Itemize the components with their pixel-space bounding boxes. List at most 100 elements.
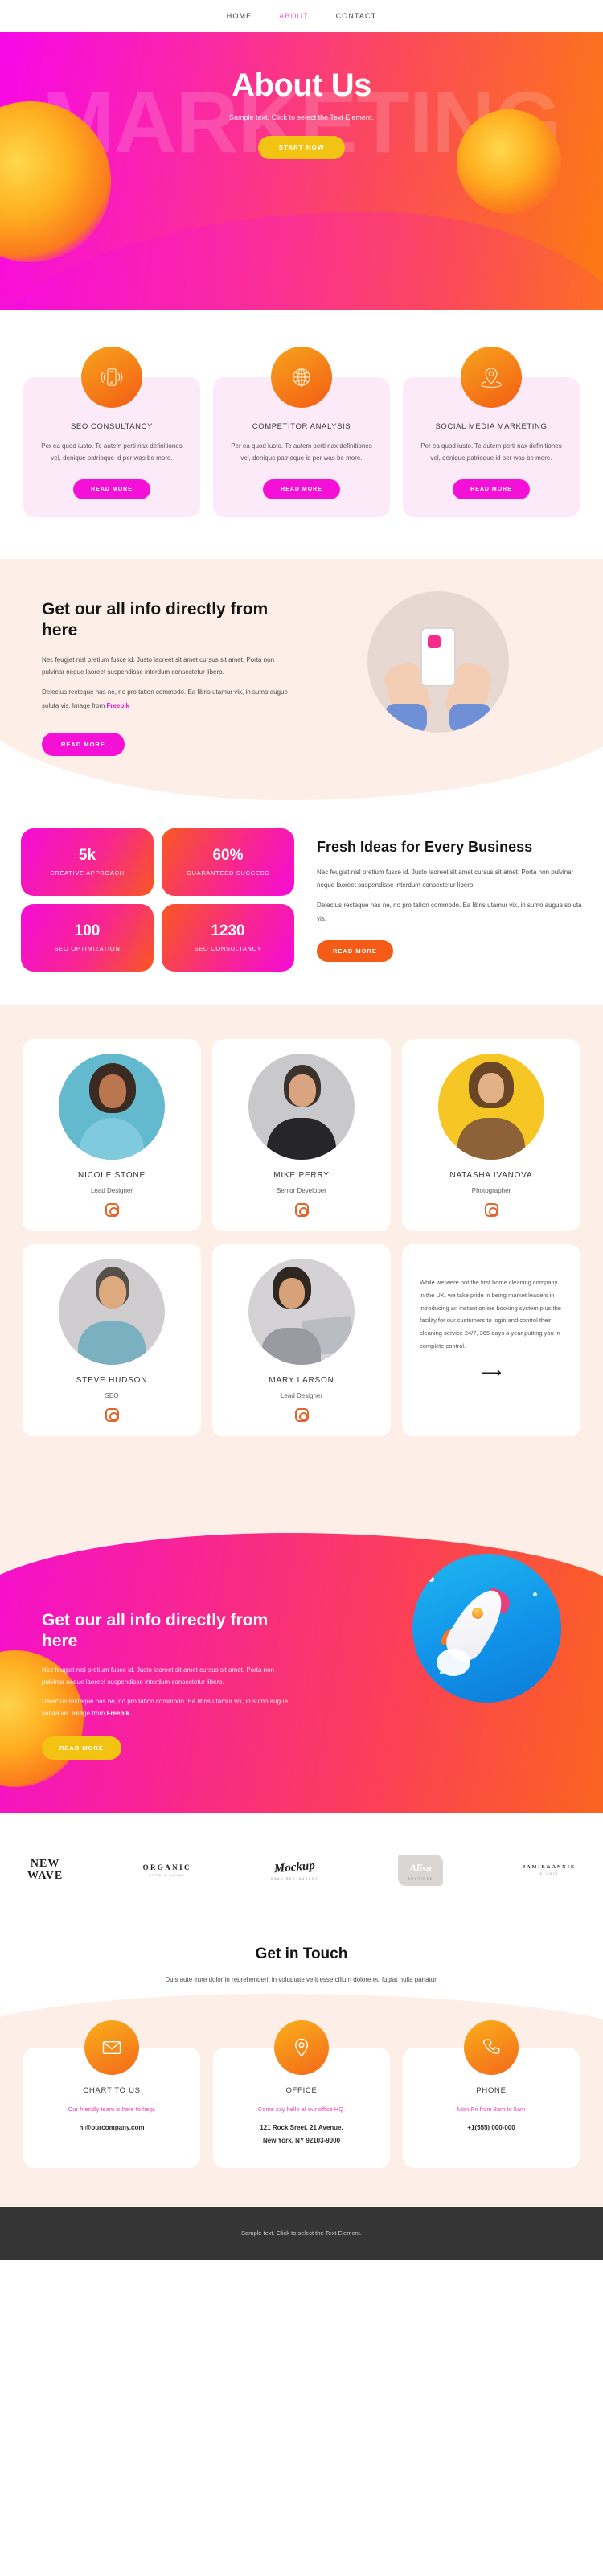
hero-section: MARKETING About Us Sample text. Click to…	[0, 32, 603, 310]
contact-card-value[interactable]: hi@ourcompany.com	[36, 2122, 187, 2134]
brand-line-2: WAVE	[27, 1869, 64, 1882]
brand-logo-sub: BAKE RESTAURANT	[271, 1877, 318, 1881]
info-gradient-read-more-button[interactable]: READ MORE	[42, 1736, 121, 1760]
brand-logo-text: JAMIE&ANNIE	[523, 1865, 576, 1871]
stats-paragraph-2: Delectus recteque has ne, no pro tation …	[317, 901, 582, 922]
instagram-icon[interactable]	[484, 1203, 498, 1218]
main-navigation: HOME ABOUT CONTACT	[0, 0, 603, 32]
sleeve-right	[449, 703, 491, 733]
read-more-button[interactable]: READ MORE	[73, 479, 150, 499]
brand-logo-sub: STUDIO	[539, 1872, 559, 1876]
contact-card-note: Our friendly team is here to help.	[68, 2105, 156, 2113]
arrow-right-icon[interactable]: ⟶	[420, 1366, 563, 1380]
smartphone-graphic	[420, 627, 456, 687]
brand-line-1: NEW	[30, 1857, 60, 1870]
info-gradient-paragraph-2-text: Delectus recteque has ne, no pro tation …	[42, 1697, 288, 1718]
sleeve-left	[385, 703, 427, 733]
brand-logo-text: NEW WAVE	[27, 1857, 64, 1882]
avatar	[59, 1259, 165, 1366]
nav-item-about[interactable]: ABOUT	[279, 12, 309, 20]
read-more-button[interactable]: READ MORE	[453, 479, 530, 499]
contact-section: Get in Touch Duis aute irure dolor in re…	[0, 1931, 603, 2207]
nav-item-home[interactable]: HOME	[227, 12, 252, 20]
team-section: NICOLE STONE Lead Designer MIKE PERRY Se…	[0, 1005, 603, 1492]
avatar	[59, 1054, 165, 1161]
stat-box-guaranteed-success: 60% GUARANTEED SUCCESS	[162, 828, 294, 897]
phone-icon	[464, 2019, 519, 2075]
contact-card-note: Come say hello at our office HQ.	[257, 2105, 346, 2113]
service-card-competitor-analysis: COMPETITOR ANALYSIS Per ea quod iusto. T…	[213, 347, 390, 517]
stats-heading: Fresh Ideas for Every Business	[317, 838, 533, 855]
info-image-column	[297, 585, 579, 733]
footer-text: Sample text. Click to select the Text El…	[241, 2229, 362, 2237]
brand-logo-backdrop: Alisa BOUTIQUE	[398, 1855, 443, 1887]
team-row-2: STEVE HUDSON SEO MARY LARSON Lead Design…	[19, 1244, 584, 1437]
services-section: SEO CONSULTANCY Per ea quod iusto. Te au…	[0, 310, 603, 549]
info-read-more-button[interactable]: READ MORE	[42, 733, 125, 757]
contact-card-title: OFFICE	[285, 2085, 318, 2095]
testimonial-text: While we were not the first home cleanin…	[420, 1279, 561, 1350]
stat-label: GUARANTEED SUCCESS	[186, 869, 270, 877]
freepik-link[interactable]: Freepik	[106, 1710, 129, 1717]
envelope-icon	[84, 2019, 139, 2075]
stat-number: 5k	[78, 846, 96, 864]
team-member-name: NATASHA IVANOVA	[449, 1171, 533, 1181]
stats-section: 5k CREATIVE APPROACH 60% GUARANTEED SUCC…	[0, 801, 603, 1006]
info-paragraph-1: Nec feugiat nisl pretium fusce id. Justo…	[42, 656, 275, 676]
contact-subtitle: Duis aute irure dolor in reprehenderit i…	[165, 1976, 438, 1984]
page-footer: Sample text. Click to select the Text El…	[0, 2206, 603, 2260]
stat-box-creative-approach: 5k CREATIVE APPROACH	[21, 828, 154, 897]
info-gradient-paragraph-1: Nec feugiat nisl pretium fusce id. Justo…	[42, 1666, 275, 1686]
map-pin-icon	[274, 2019, 329, 2075]
brand-logo-jamie-annie: JAMIE&ANNIE STUDIO	[523, 1865, 576, 1876]
hero-content: About Us Sample text. Click to select th…	[0, 32, 603, 159]
service-description: Per ea quod iusto. Te autem perti nax de…	[41, 442, 183, 462]
freepik-link[interactable]: Freepik	[106, 702, 129, 709]
nav-item-contact[interactable]: CONTACT	[336, 12, 377, 20]
contact-card-value-2: New York, NY 92103-9000	[262, 2136, 341, 2144]
rocket-exhaust	[437, 1649, 470, 1677]
service-title: SEO CONSULTANCY	[70, 422, 154, 431]
map-pin-icon	[461, 347, 522, 408]
contact-card-note: Mon-Fri from 8am to 5am	[457, 2105, 526, 2113]
globe-icon	[271, 347, 332, 408]
team-member-name: MARY LARSON	[269, 1376, 334, 1386]
start-now-button[interactable]: START NOW	[257, 136, 346, 159]
team-member-role: SEO	[105, 1392, 119, 1400]
contact-cards: CHART TO US Our friendly team is here to…	[19, 2019, 584, 2168]
stat-label: SEO CONSULTANCY	[194, 944, 262, 952]
team-member-name: MIKE PERRY	[273, 1171, 330, 1181]
read-more-button[interactable]: READ MORE	[263, 479, 340, 499]
team-member-card: NICOLE STONE Lead Designer	[23, 1039, 201, 1232]
hero-subtitle: Sample text. Click to select the Text El…	[229, 113, 374, 121]
contact-card-office: OFFICE Come say hello at our office HQ. …	[213, 2019, 390, 2168]
service-description: Per ea quod iusto. Te autem perti nax de…	[231, 442, 372, 462]
team-member-role: Senior Developer	[277, 1187, 326, 1195]
contact-card-value[interactable]: +1(555) 000-000	[416, 2122, 567, 2134]
contact-card-phone: PHONE Mon-Fri from 8am to 5am +1(555) 00…	[403, 2019, 580, 2168]
team-member-role: Lead Designer	[280, 1392, 323, 1400]
service-card-seo-consultancy: SEO CONSULTANCY Per ea quod iusto. Te au…	[23, 347, 200, 517]
info-gradient-paragraph-2: Delectus recteque has ne, no pro tation …	[42, 1695, 297, 1719]
brand-logo-text: Alisa	[409, 1862, 432, 1875]
instagram-icon[interactable]	[294, 1203, 309, 1218]
stat-label: SEO OPTIMIZATION	[54, 944, 121, 952]
team-member-card: MIKE PERRY Senior Developer	[212, 1039, 391, 1232]
page-root: HOME ABOUT CONTACT MARKETING About Us Sa…	[0, 0, 603, 2260]
instagram-icon[interactable]	[105, 1203, 119, 1218]
stat-number: 1230	[211, 922, 245, 939]
info-text-column: Get our all info directly from here Nec …	[24, 585, 297, 757]
instagram-icon[interactable]	[294, 1408, 309, 1423]
avatar	[248, 1259, 355, 1366]
stat-box-seo-consultancy: 1230 SEO CONSULTANCY	[162, 904, 294, 972]
testimonial-card: While we were not the first home cleanin…	[402, 1244, 580, 1437]
service-description: Per ea quod iusto. Te autem perti nax de…	[420, 442, 562, 462]
instagram-icon[interactable]	[105, 1408, 119, 1423]
brand-logo-text: Mockup	[273, 1859, 316, 1876]
team-member-name: NICOLE STONE	[78, 1171, 146, 1181]
stats-read-more-button[interactable]: READ MORE	[317, 940, 393, 963]
info-gradient-section: Get our all info directly from here Nec …	[0, 1491, 603, 1814]
info-gradient-heading: Get our all info directly from here	[42, 1611, 269, 1651]
contact-card-chat: CHART TO US Our friendly team is here to…	[23, 2019, 200, 2168]
team-member-role: Lead Designer	[90, 1187, 133, 1195]
